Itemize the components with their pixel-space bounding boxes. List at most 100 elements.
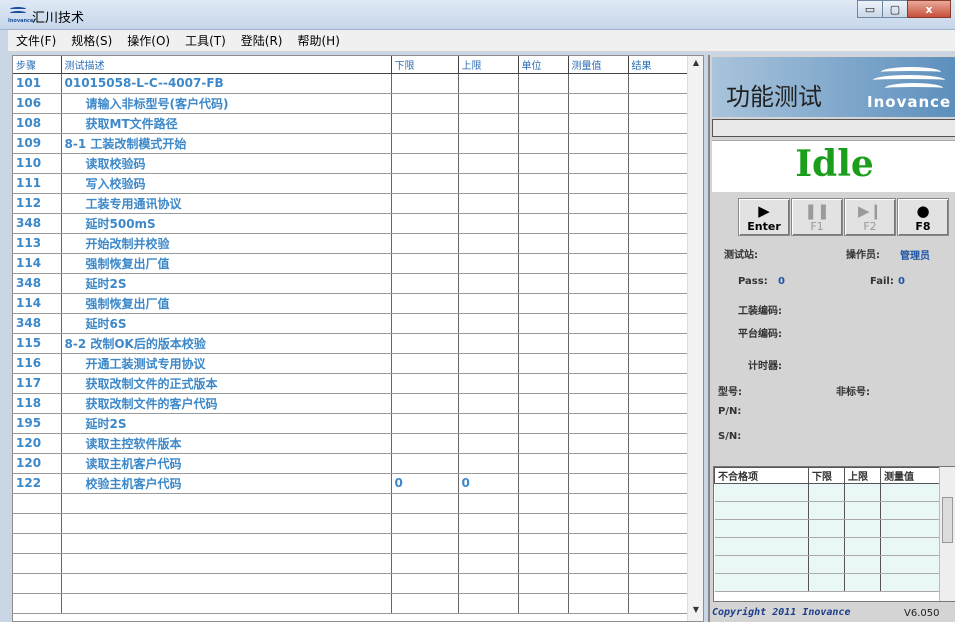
col-header-result[interactable]: 结果 — [628, 56, 689, 74]
minimize-button[interactable]: ▭ — [857, 0, 883, 18]
empty-cell — [518, 493, 569, 514]
description-cell: 延时2S — [61, 413, 392, 434]
empty-cell — [568, 573, 629, 594]
table-row[interactable]: 116 开通工装测试专用协议 — [13, 353, 689, 374]
lower-limit-cell — [391, 433, 459, 454]
maximize-button[interactable]: ▢ — [882, 0, 908, 18]
col-header-step[interactable]: 步骤 — [13, 56, 62, 74]
status-display: Idle — [712, 140, 955, 192]
lower-limit-cell — [391, 73, 459, 94]
measured-cell — [568, 113, 629, 134]
step-cell: 120 — [13, 433, 62, 454]
f1-pause-button[interactable]: ❚❚ F1 — [791, 198, 843, 236]
upper-limit-cell — [458, 93, 519, 114]
menu-login[interactable]: 登陆(R) — [233, 32, 290, 49]
empty-cell — [391, 593, 459, 614]
fail-cell — [844, 537, 881, 556]
col-header-upper-limit[interactable]: 上限 — [458, 56, 519, 74]
fail-col-measured[interactable]: 测量值 — [880, 467, 940, 484]
empty-cell — [568, 593, 629, 614]
lower-limit-cell — [391, 173, 459, 194]
unit-cell — [518, 453, 569, 474]
enter-button[interactable]: ▶ Enter — [738, 198, 790, 236]
fail-row — [714, 483, 940, 502]
col-header-measured[interactable]: 测量值 — [568, 56, 629, 74]
table-row[interactable]: 117 获取改制文件的正式版本 — [13, 373, 689, 394]
table-scrollbar[interactable]: ▲ ▼ — [687, 56, 703, 621]
panel-header: 功能测试 Inovance — [712, 57, 955, 117]
empty-cell — [518, 593, 569, 614]
fail-items-table: 不合格项 下限 上限 测量值 — [714, 467, 940, 592]
measured-cell — [568, 233, 629, 254]
empty-cell — [13, 513, 62, 534]
f8-stop-button[interactable]: ● F8 — [897, 198, 949, 236]
table-row[interactable]: 111 写入校验码 — [13, 173, 689, 194]
fail-cell — [880, 537, 940, 556]
step-cell: 110 — [13, 153, 62, 174]
table-row[interactable]: 101 01015058-L-C--4007-FB — [13, 73, 689, 94]
measured-cell — [568, 153, 629, 174]
menu-spec[interactable]: 规格(S) — [63, 32, 119, 49]
col-header-lower-limit[interactable]: 下限 — [391, 56, 459, 74]
table-row[interactable]: 118 获取改制文件的客户代码 — [13, 393, 689, 414]
menu-operation[interactable]: 操作(O) — [119, 32, 177, 49]
table-row[interactable]: 348 延时2S — [13, 273, 689, 294]
scroll-thumb[interactable] — [942, 497, 953, 543]
description-cell: 获取MT文件路径 — [61, 113, 392, 134]
col-header-unit[interactable]: 单位 — [518, 56, 569, 74]
fail-cell — [808, 573, 845, 592]
fail-col-lower[interactable]: 下限 — [808, 467, 845, 484]
menu-file[interactable]: 文件(F) — [8, 32, 63, 49]
table-row[interactable]: 120 读取主控软件版本 — [13, 433, 689, 454]
table-row[interactable]: 108 获取MT文件路径 — [13, 113, 689, 134]
table-row[interactable]: 114 强制恢复出厂值 — [13, 293, 689, 314]
upper-limit-cell — [458, 233, 519, 254]
lower-limit-cell — [391, 393, 459, 414]
unit-cell — [518, 413, 569, 434]
fail-table-scrollbar[interactable] — [939, 467, 955, 601]
upper-limit-cell — [458, 113, 519, 134]
table-row[interactable]: 112 工装专用通讯协议 — [13, 193, 689, 214]
scroll-up-icon[interactable]: ▲ — [688, 58, 704, 72]
fail-row — [714, 519, 940, 538]
control-buttons: ▶ Enter ❚❚ F1 ▶❙ F2 ● F8 — [738, 198, 950, 236]
fail-col-upper[interactable]: 上限 — [844, 467, 881, 484]
table-row[interactable]: 109 8-1 工装改制模式开始 — [13, 133, 689, 154]
table-row[interactable]: 110 读取校验码 — [13, 153, 689, 174]
table-row[interactable]: 113 开始改制并校验 — [13, 233, 689, 254]
table-row[interactable]: 106 请输入非标型号(客户代码) — [13, 93, 689, 114]
inovance-logo-icon: Inovance — [867, 63, 951, 111]
unit-cell — [518, 173, 569, 194]
unit-cell — [518, 293, 569, 314]
measured-cell — [568, 333, 629, 354]
lower-limit-cell: 0 — [391, 473, 459, 494]
close-button[interactable]: x — [907, 0, 951, 18]
table-row[interactable]: 348 延时6S — [13, 313, 689, 334]
lower-limit-cell — [391, 253, 459, 274]
fail-cell — [880, 483, 940, 502]
col-header-description[interactable]: 测试描述 — [61, 56, 392, 74]
result-cell — [628, 413, 689, 434]
table-row[interactable]: 348 延时500mS — [13, 213, 689, 234]
result-cell — [628, 73, 689, 94]
f2-step-button[interactable]: ▶❙ F2 — [844, 198, 896, 236]
menu-tools[interactable]: 工具(T) — [177, 32, 233, 49]
table-row[interactable]: 195 延时2S — [13, 413, 689, 434]
table-row[interactable]: 114 强制恢复出厂值 — [13, 253, 689, 274]
result-cell — [628, 133, 689, 154]
menu-help[interactable]: 帮助(H) — [289, 32, 346, 49]
table-row[interactable]: 120 读取主机客户代码 — [13, 453, 689, 474]
table-row[interactable]: 115 8-2 改制OK后的版本校验 — [13, 333, 689, 354]
empty-row — [13, 533, 689, 554]
fail-col-item[interactable]: 不合格项 — [714, 467, 809, 484]
measured-cell — [568, 393, 629, 414]
description-cell: 获取改制文件的正式版本 — [61, 373, 392, 394]
description-cell: 延时2S — [61, 273, 392, 294]
scroll-down-icon[interactable]: ▼ — [688, 605, 704, 619]
stop-icon: ● — [916, 202, 930, 220]
fail-table-header: 不合格项 下限 上限 测量值 — [714, 467, 940, 484]
table-row[interactable]: 122 校验主机客户代码 0 0 — [13, 473, 689, 494]
measured-cell — [568, 193, 629, 214]
step-cell: 108 — [13, 113, 62, 134]
step-cell: 122 — [13, 473, 62, 494]
